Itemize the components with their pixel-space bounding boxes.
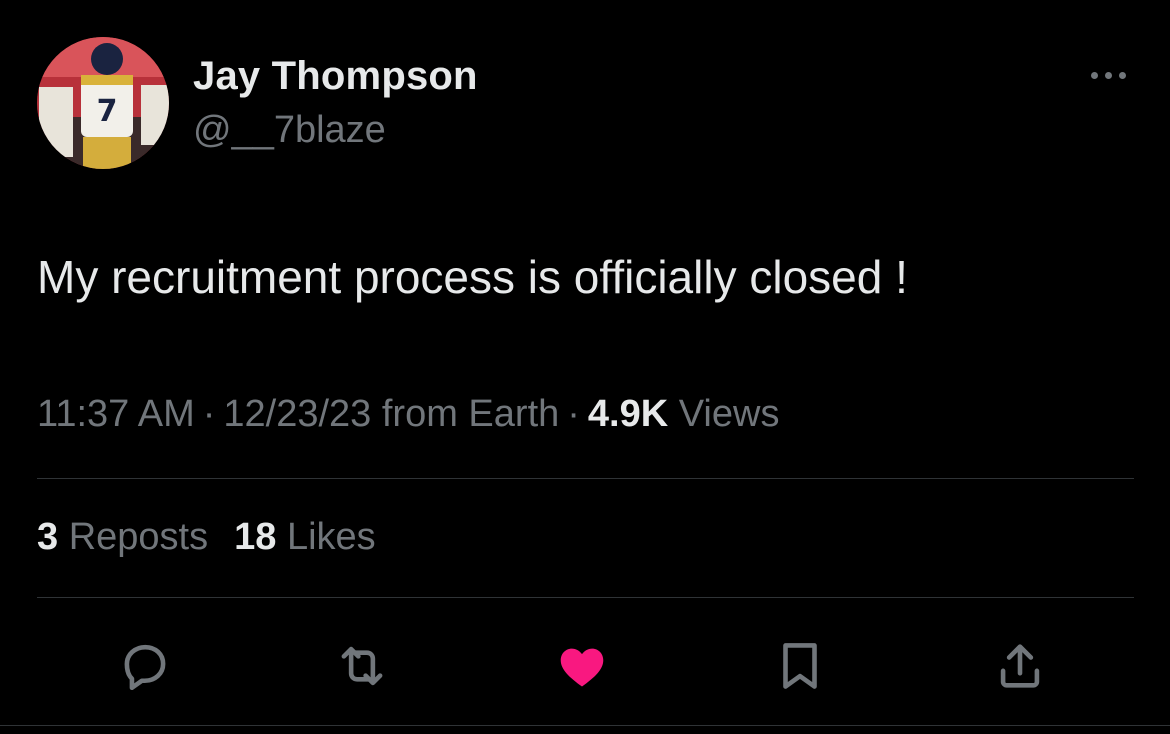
tweet-date[interactable]: 12/23/23 xyxy=(223,393,371,435)
divider xyxy=(37,478,1134,479)
like-button[interactable] xyxy=(550,634,614,698)
more-dot-icon xyxy=(1118,71,1126,79)
likes-count: 18 xyxy=(234,516,277,558)
reply-icon xyxy=(124,644,166,691)
more-dot-icon xyxy=(1090,71,1098,79)
reposts-label: Reposts xyxy=(68,516,209,558)
tweet-meta: 11:37 AM · 12/23/23 from Earth · 4.9K Views xyxy=(37,393,779,436)
reposts-count: 3 xyxy=(37,516,59,558)
svg-text:7: 7 xyxy=(97,94,118,129)
reposts-stat[interactable]: 3 Reposts xyxy=(37,516,208,559)
meta-separator: · xyxy=(567,393,580,435)
tweet-stats: 3 Reposts 18 Likes xyxy=(37,516,376,559)
bookmark-button[interactable] xyxy=(768,634,832,698)
heart-icon xyxy=(560,648,604,687)
action-bar xyxy=(0,626,1170,706)
repost-button[interactable] xyxy=(330,634,394,698)
meta-separator: · xyxy=(202,393,216,435)
repost-icon xyxy=(341,646,383,686)
more-dot-icon xyxy=(1104,71,1112,79)
tweet-time[interactable]: 11:37 AM xyxy=(37,393,195,435)
avatar-photo: 7 xyxy=(37,37,169,169)
user-handle[interactable]: @__7blaze xyxy=(193,109,386,152)
share-icon xyxy=(1000,644,1040,688)
reply-button[interactable] xyxy=(113,634,177,698)
tweet-source: from Earth xyxy=(381,393,560,435)
share-button[interactable] xyxy=(988,634,1052,698)
likes-label: Likes xyxy=(286,516,376,558)
display-name[interactable]: Jay Thompson xyxy=(193,54,478,99)
divider xyxy=(0,725,1170,726)
likes-stat[interactable]: 18 Likes xyxy=(234,516,376,559)
tweet-text: My recruitment process is officially clo… xyxy=(37,251,908,303)
avatar[interactable]: 7 xyxy=(37,37,169,169)
views-label: Views xyxy=(678,393,780,435)
views-count: 4.9K xyxy=(587,393,669,435)
divider xyxy=(37,597,1134,598)
more-options-button[interactable] xyxy=(1084,62,1132,88)
bookmark-icon xyxy=(783,643,817,689)
